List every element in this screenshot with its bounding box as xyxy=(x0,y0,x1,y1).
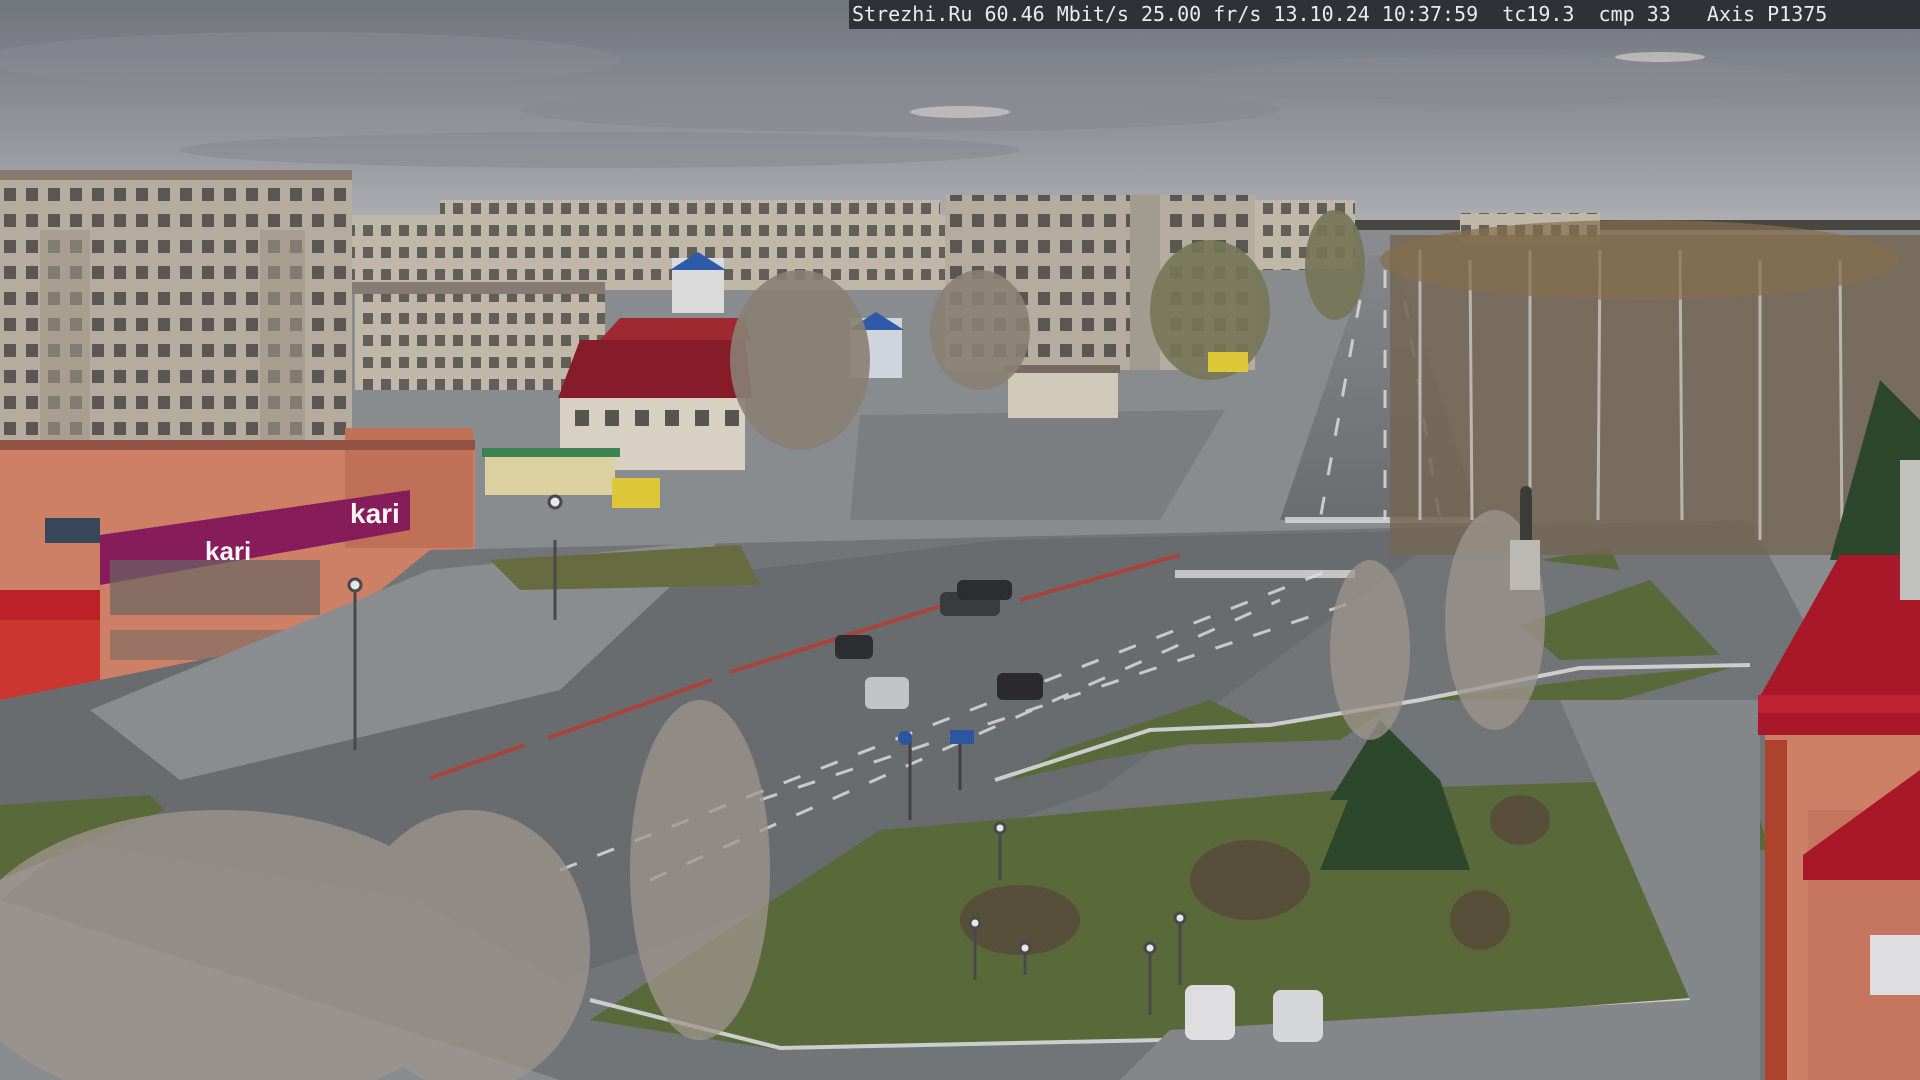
street-scene: kari kari xyxy=(0,0,1920,1080)
camera-frame: kari kari Strezhi.Ru 60.46 Mbit/s 25.00 … xyxy=(0,0,1920,1080)
camera-osd-overlay: Strezhi.Ru 60.46 Mbit/s 25.00 fr/s 13.10… xyxy=(849,0,1920,29)
vignette xyxy=(0,0,1920,1080)
